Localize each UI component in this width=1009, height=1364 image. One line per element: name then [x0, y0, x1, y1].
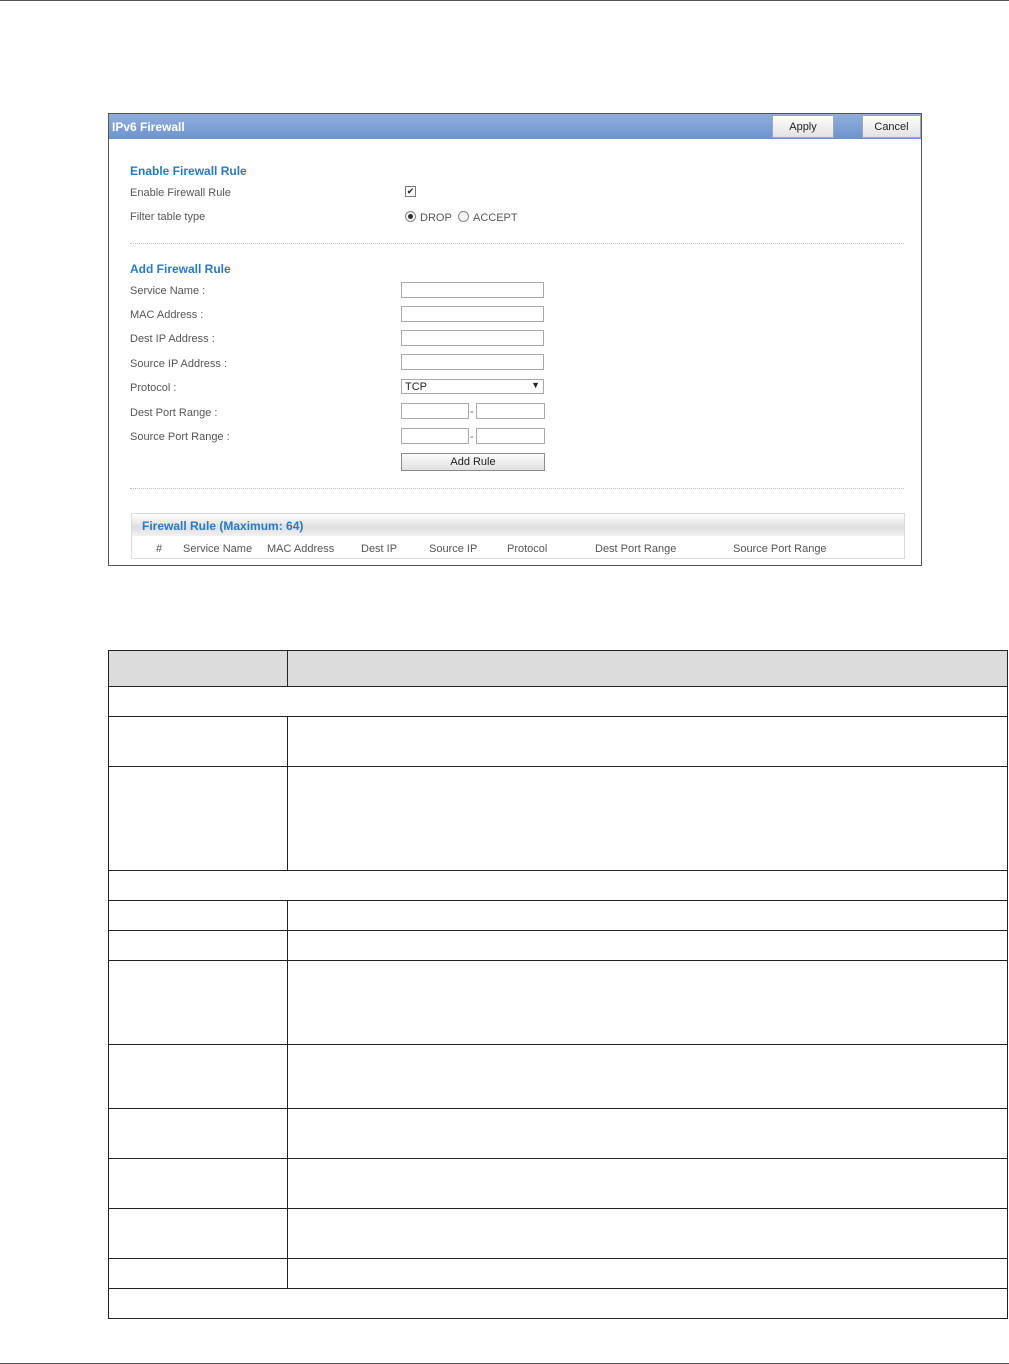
ipv6-firewall-panel: IPv6 Firewall Apply Cancel Enable Firewa… [108, 113, 922, 566]
table-cell [108, 870, 1008, 901]
table-cell [108, 1108, 288, 1159]
table-cell [287, 900, 1008, 931]
mac-address-label: MAC Address : [130, 309, 204, 321]
dropdown-caret-icon: ▼ [531, 380, 540, 390]
table-cell [108, 650, 288, 687]
table-cell [287, 960, 1008, 1045]
column-header-service-name: Service Name [183, 543, 253, 555]
table-row [108, 1044, 1008, 1109]
source-port-separator: - [470, 431, 474, 443]
add-rule-button[interactable]: Add Rule [401, 453, 545, 471]
column-header-dest-port-range: Dest Port Range [595, 543, 677, 555]
dest-port-start-input[interactable] [401, 403, 469, 419]
cancel-button[interactable]: Cancel [862, 115, 921, 138]
description-table [108, 650, 1008, 1319]
page-top-rule [0, 0, 1009, 1]
table-row [108, 930, 1008, 961]
table-row [108, 1158, 1008, 1209]
table-cell [108, 686, 1008, 717]
table-cell [287, 1044, 1008, 1109]
table-cell [287, 1108, 1008, 1159]
source-ip-input[interactable] [401, 354, 544, 370]
rule-table-title: Firewall Rule (Maximum: 64) [142, 519, 304, 533]
table-cell [108, 900, 288, 931]
table-row [108, 686, 1008, 717]
service-name-input[interactable] [401, 282, 544, 298]
table-cell [287, 650, 1008, 687]
table-cell [108, 930, 288, 961]
table-cell [287, 1258, 1008, 1289]
section-divider [130, 488, 904, 489]
enable-firewall-checkbox[interactable]: ✔ [405, 186, 416, 197]
column-header-dest-ip: Dest IP [361, 543, 398, 555]
service-name-label: Service Name : [130, 285, 206, 297]
table-cell [108, 1258, 288, 1289]
table-row [108, 1108, 1008, 1159]
dest-port-label: Dest Port Range : [130, 407, 218, 419]
table-row [108, 1258, 1008, 1289]
mac-address-input[interactable] [401, 306, 544, 322]
enable-firewall-label: Enable Firewall Rule [130, 187, 231, 199]
table-row [108, 716, 1008, 767]
column-header-mac-address: MAC Address [267, 543, 335, 555]
enable-section-title: Enable Firewall Rule [130, 164, 247, 178]
dest-ip-input[interactable] [401, 330, 544, 346]
panel-header: IPv6 Firewall Apply Cancel [109, 114, 921, 139]
table-cell [108, 766, 288, 871]
table-cell [287, 1208, 1008, 1259]
table-cell [287, 716, 1008, 767]
column-header-index: # [156, 543, 163, 555]
column-header-source-port-range: Source Port Range [733, 543, 827, 555]
table-row [108, 1208, 1008, 1259]
protocol-selected-value: TCP [405, 381, 427, 393]
rule-table-header: Firewall Rule (Maximum: 64) [132, 514, 904, 536]
source-port-start-input[interactable] [401, 428, 469, 444]
protocol-select[interactable]: TCP ▼ [401, 379, 544, 394]
source-ip-label: Source IP Address : [130, 358, 228, 370]
table-row [108, 870, 1008, 901]
section-divider [130, 243, 904, 244]
panel-title: IPv6 Firewall [112, 120, 185, 134]
protocol-label: Protocol : [130, 382, 177, 394]
table-cell [108, 1208, 288, 1259]
column-header-protocol: Protocol [507, 543, 548, 555]
table-cell [108, 1158, 288, 1209]
table-header-row [108, 650, 1008, 687]
filter-accept-radio[interactable] [458, 211, 469, 222]
table-cell [108, 1288, 1008, 1319]
filter-drop-label: DROP [420, 212, 452, 224]
source-port-label: Source Port Range : [130, 431, 230, 443]
table-cell [108, 716, 288, 767]
table-cell [287, 930, 1008, 961]
firewall-rule-table: Firewall Rule (Maximum: 64) # Service Na… [131, 513, 905, 559]
filter-accept-label: ACCEPT [473, 212, 518, 224]
table-cell [108, 1044, 288, 1109]
dest-port-separator: - [470, 406, 474, 418]
table-row [108, 1288, 1008, 1319]
add-section-title: Add Firewall Rule [130, 262, 231, 276]
table-cell [108, 960, 288, 1045]
filter-drop-radio[interactable] [405, 211, 416, 222]
table-cell [287, 766, 1008, 871]
table-row [108, 900, 1008, 931]
column-header-source-ip: Source IP [429, 543, 478, 555]
table-row [108, 960, 1008, 1045]
filter-type-label: Filter table type [130, 211, 206, 223]
table-cell [287, 1158, 1008, 1209]
apply-button[interactable]: Apply [772, 115, 834, 138]
source-port-end-input[interactable] [476, 428, 545, 444]
dest-ip-label: Dest IP Address : [130, 333, 215, 345]
table-row [108, 766, 1008, 871]
dest-port-end-input[interactable] [476, 403, 545, 419]
